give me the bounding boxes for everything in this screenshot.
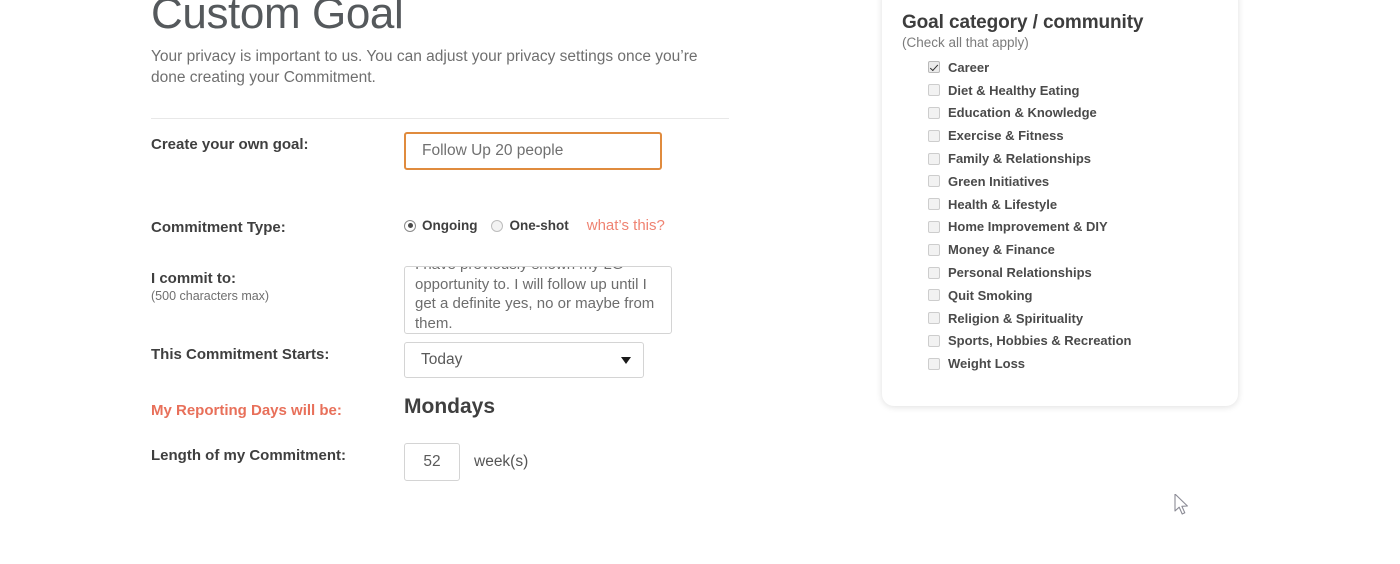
commitment-length-field-group: week(s) [404, 443, 528, 481]
commitment-starts-select[interactable]: Today [404, 342, 644, 378]
commit-to-label: I commit to: (500 characters max) [151, 266, 404, 303]
radio-one-shot-label[interactable]: One-shot [509, 218, 568, 233]
checkbox-icon[interactable] [928, 334, 940, 347]
row-commitment-length: Length of my Commitment: week(s) [151, 443, 528, 481]
category-item-label: Career [948, 59, 990, 75]
commitment-length-unit: week(s) [474, 453, 529, 470]
goal-category-list: Career Diet & Healthy Eating Education & K… [902, 56, 1238, 375]
checkbox-icon[interactable] [928, 106, 940, 119]
category-item[interactable]: Health & Lifestyle [928, 193, 1238, 216]
section-divider [151, 118, 729, 119]
category-item[interactable]: Sports, Hobbies & Recreation [928, 330, 1238, 353]
checkbox-icon[interactable] [928, 84, 940, 97]
category-item-label: Health & Lifestyle [948, 196, 1058, 212]
commitment-length-label: Length of my Commitment: [151, 447, 346, 464]
commit-to-text: I have previously shown my LG opportunit… [415, 267, 655, 332]
category-item[interactable]: Religion & Spirituality [928, 307, 1238, 330]
checkbox-icon[interactable] [928, 357, 940, 370]
checkbox-icon[interactable] [928, 243, 940, 256]
category-item[interactable]: Weight Loss [928, 352, 1238, 375]
checkbox-icon[interactable] [928, 175, 940, 188]
commit-to-label-text: I commit to: [151, 270, 236, 287]
category-item-label: Money & Finance [948, 242, 1055, 258]
create-goal-input[interactable] [404, 132, 662, 170]
goal-category-card: Goal category / community (Check all tha… [882, 0, 1238, 406]
commitment-starts-label: This Commitment Starts: [151, 346, 330, 363]
mouse-pointer-icon [1174, 494, 1188, 515]
category-item-label: Weight Loss [948, 356, 1026, 372]
commit-to-textarea-wrapper: I have previously shown my LG opportunit… [404, 266, 672, 334]
whats-this-link[interactable]: what’s this? [587, 217, 665, 234]
radio-one-shot[interactable] [491, 219, 504, 232]
checkbox-icon[interactable] [928, 198, 940, 211]
commitment-type-label: Commitment Type: [151, 219, 286, 236]
commitment-type-radio-group: Ongoing One-shot what’s this? [404, 215, 665, 234]
category-item[interactable]: Career [928, 56, 1238, 79]
row-reporting-days: My Reporting Days will be: Mondays [151, 395, 496, 419]
checkbox-icon[interactable] [928, 152, 940, 165]
category-item-label: Green Initiatives [948, 173, 1050, 189]
category-item[interactable]: Green Initiatives [928, 170, 1238, 193]
category-item[interactable]: Quit Smoking [928, 284, 1238, 307]
category-item[interactable]: Diet & Healthy Eating [928, 79, 1238, 102]
reporting-days-label: My Reporting Days will be: [151, 402, 342, 419]
category-item[interactable]: Personal Relationships [928, 261, 1238, 284]
category-item-label: Sports, Hobbies & Recreation [948, 333, 1132, 349]
checkbox-icon[interactable] [928, 220, 940, 233]
category-item-label: Exercise & Fitness [948, 128, 1064, 144]
goal-category-subtitle: (Check all that apply) [902, 35, 1029, 50]
chevron-down-icon [621, 356, 631, 364]
row-commit-to: I commit to: (500 characters max) I have… [151, 266, 672, 334]
page-title: Custom Goal [151, 0, 404, 38]
custom-goal-form: Custom Goal Your privacy is important to… [151, 0, 751, 481]
category-item-label: Quit Smoking [948, 287, 1033, 303]
category-item[interactable]: Family & Relationships [928, 147, 1238, 170]
checkbox-icon[interactable] [928, 266, 940, 279]
category-item-label: Religion & Spirituality [948, 310, 1084, 326]
category-item[interactable]: Education & Knowledge [928, 102, 1238, 125]
goal-category-title: Goal category / community [902, 12, 1144, 33]
commit-to-textarea[interactable]: I have previously shown my LG opportunit… [404, 266, 672, 334]
reporting-days-value: Mondays [404, 395, 496, 418]
checkbox-icon[interactable] [928, 129, 940, 142]
commitment-length-input[interactable] [404, 443, 460, 481]
row-create-goal: Create your own goal: [151, 132, 662, 170]
commitment-starts-value: Today [421, 351, 463, 368]
category-item-label: Home Improvement & DIY [948, 219, 1108, 235]
category-item[interactable]: Exercise & Fitness [928, 124, 1238, 147]
category-item-label: Education & Knowledge [948, 105, 1097, 121]
category-item-label: Family & Relationships [948, 151, 1092, 167]
checkbox-checked-icon[interactable] [928, 61, 940, 74]
category-item[interactable]: Home Improvement & DIY [928, 216, 1238, 239]
category-item-label: Diet & Healthy Eating [948, 82, 1080, 98]
create-goal-label: Create your own goal: [151, 136, 309, 153]
commit-to-char-limit: (500 characters max) [151, 289, 270, 303]
category-item-label: Personal Relationships [948, 265, 1092, 281]
category-item[interactable]: Money & Finance [928, 238, 1238, 261]
checkbox-icon[interactable] [928, 289, 940, 302]
radio-ongoing-label[interactable]: Ongoing [422, 218, 477, 233]
radio-ongoing[interactable] [404, 219, 416, 232]
checkbox-icon[interactable] [928, 312, 940, 325]
privacy-intro-text: Your privacy is important to us. You can… [151, 48, 698, 86]
row-commitment-starts: This Commitment Starts: Today [151, 342, 644, 378]
row-commitment-type: Commitment Type: Ongoing One-shot what’s… [151, 215, 665, 236]
